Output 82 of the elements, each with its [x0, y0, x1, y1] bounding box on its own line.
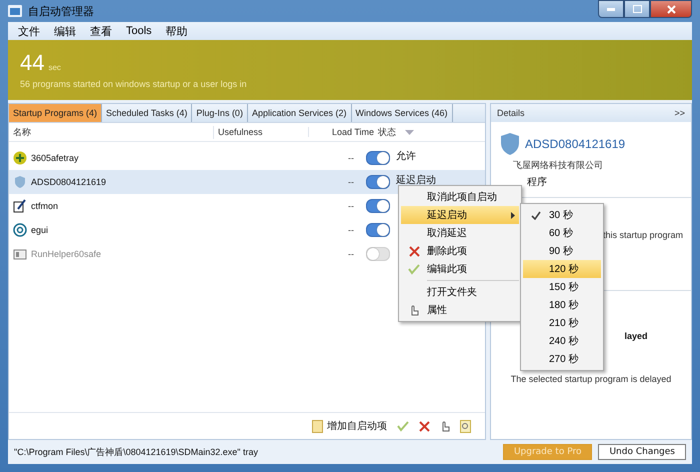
tab[interactable]: Scheduled Tasks (4)	[102, 104, 192, 122]
submenu-arrow-icon	[511, 212, 515, 218]
summary-text: 56 programs started on windows startup or a user logs in	[20, 79, 248, 89]
submenu-item[interactable]: 180 秒	[523, 296, 601, 314]
column-header[interactable]: 名称	[9, 126, 214, 138]
time-unit: sec	[48, 63, 61, 72]
program-row[interactable]: 3605afetray -- 允许	[9, 146, 485, 170]
pen-icon	[13, 199, 27, 213]
menu-item[interactable]: 文件	[12, 24, 46, 38]
minimize-button[interactable]	[598, 0, 624, 18]
undo-button[interactable]: Undo Changes	[598, 444, 686, 460]
close-icon	[666, 4, 676, 14]
edit-icon	[408, 264, 420, 274]
column-header[interactable]: 状态	[374, 126, 434, 138]
minimize-icon	[607, 8, 615, 10]
maximize-button[interactable]	[624, 0, 650, 18]
close-button[interactable]	[650, 0, 692, 18]
document-icon	[312, 420, 323, 432]
plus-circle-icon	[13, 151, 27, 165]
submenu-item[interactable]: 60 秒	[523, 224, 601, 242]
toggle-switch[interactable]	[366, 175, 390, 189]
load-time: --	[347, 153, 354, 163]
delete-button[interactable]	[419, 420, 430, 432]
menu-item[interactable]: 查看	[84, 24, 118, 38]
context-menu-item[interactable]: 取消延迟	[401, 224, 519, 242]
program-name: 3605afetray	[31, 153, 80, 163]
shield-icon	[13, 175, 27, 189]
context-menu-item[interactable]: 打开文件夹	[401, 283, 519, 301]
load-time: --	[347, 249, 354, 259]
submenu-item[interactable]: 240 秒	[523, 332, 601, 350]
submenu-item[interactable]: 150 秒	[523, 278, 601, 296]
menu-item[interactable]: Tools	[120, 25, 158, 37]
context-menu-item[interactable]: 属性	[401, 301, 519, 319]
submenu-item[interactable]: 270 秒	[523, 350, 601, 368]
window-title: 自启动管理器	[28, 4, 94, 18]
cross-icon	[419, 420, 430, 432]
app-icon	[8, 5, 22, 17]
submenu-item[interactable]: 30 秒	[523, 206, 601, 224]
tab[interactable]: Windows Services (46)	[352, 104, 453, 122]
status-text: 延迟启动	[396, 174, 436, 187]
shield-icon	[499, 132, 521, 156]
startup-time: 44	[20, 50, 44, 75]
details-title: Details	[497, 108, 525, 118]
column-header[interactable]: Load Time	[309, 127, 374, 137]
program-name: ctfmon	[31, 201, 60, 211]
menu-item[interactable]: 编辑	[48, 24, 82, 38]
section-heading: layed	[624, 331, 648, 341]
program-type: 程序	[527, 176, 548, 189]
context-menu-item[interactable]: 编辑此项	[401, 260, 519, 278]
tab[interactable]: Application Services (2)	[248, 104, 352, 122]
toggle-switch[interactable]	[366, 151, 390, 165]
add-startup-button[interactable]: 增加自启动项	[312, 419, 387, 433]
submenu-item[interactable]: 90 秒	[523, 242, 601, 260]
find-button[interactable]	[460, 420, 471, 432]
program-name: RunHelper60safe	[31, 249, 102, 259]
dropdown-icon	[404, 130, 414, 134]
column-header[interactable]: Usefulness	[214, 127, 309, 137]
cross-icon	[408, 246, 420, 256]
program-name: egui	[31, 225, 50, 235]
collapse-button[interactable]: >>	[674, 108, 685, 118]
maximize-icon	[632, 5, 642, 13]
file-path: "C:\Program Files\广告神盾\0804121619\SDMain32.exe" tray	[14, 446, 259, 458]
load-time: --	[347, 201, 354, 211]
context-menu-item[interactable]: 延迟启动	[401, 206, 519, 224]
tab[interactable]: Plug-Ins (0)	[192, 104, 248, 122]
load-time: --	[347, 177, 354, 187]
toggle-switch[interactable]	[366, 223, 390, 237]
program-name: ADSD0804121619	[31, 177, 108, 187]
document-search-icon	[460, 420, 471, 432]
menu-item[interactable]: 帮助	[160, 24, 194, 38]
tab[interactable]: Startup Programs (4)	[9, 104, 102, 122]
toggle-switch[interactable]	[366, 199, 390, 213]
status-text: 允许	[396, 150, 416, 163]
load-time: --	[347, 225, 354, 235]
description-text: The selected startup program is delayed	[510, 374, 672, 384]
submenu-item[interactable]: 210 秒	[523, 314, 601, 332]
submenu-item[interactable]: 120 秒	[523, 260, 601, 278]
program-title: ADSD0804121619	[525, 137, 626, 151]
context-menu-item[interactable]: 删除此项	[401, 242, 519, 260]
window-icon	[13, 247, 27, 261]
edit-icon	[397, 420, 409, 432]
company-name: 飞屋网络科技有限公司	[513, 159, 604, 172]
